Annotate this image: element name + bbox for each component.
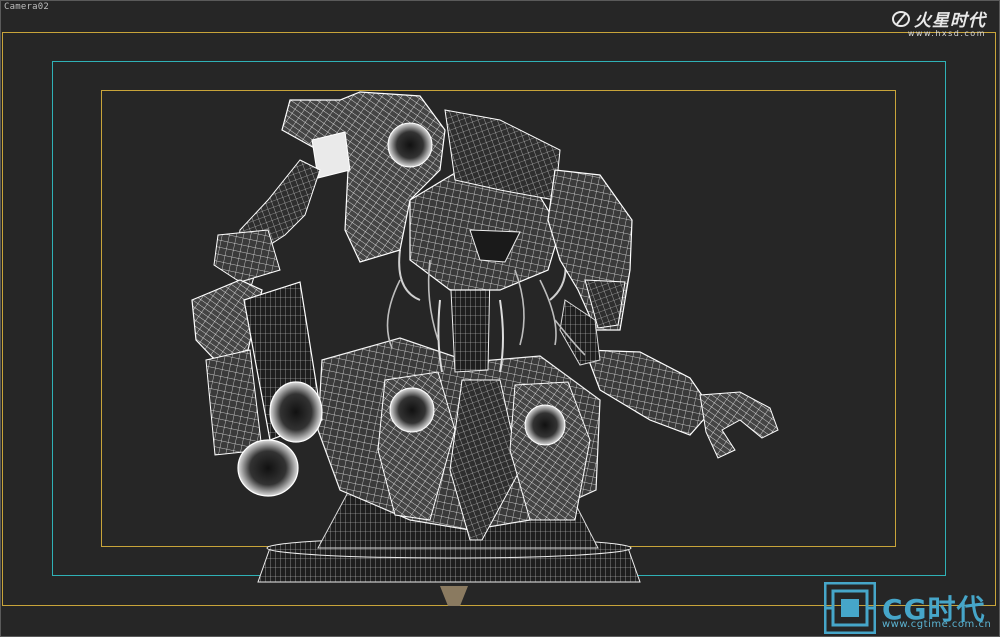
cgtime-watermark: CG时代 www.cgtime.com.cn <box>824 582 996 634</box>
cgtime-logo-icon <box>824 582 876 634</box>
camera-viewport[interactable]: Camera02 火星时代 www.hxsd.com CG时代 www.cgti… <box>0 0 1000 637</box>
hxsd-url: www.hxsd.com <box>907 29 986 38</box>
left-arm-cannon <box>191 159 323 497</box>
robot-wireframe-model[interactable] <box>0 0 1000 637</box>
hxsd-logo-text: 火星时代 <box>914 11 986 31</box>
right-shoulder-pod <box>547 169 633 331</box>
hxsd-watermark: 火星时代 www.hxsd.com <box>891 6 986 38</box>
hxsd-logo-icon <box>892 10 910 27</box>
cgtime-url: www.cgtime.com.cn <box>882 619 992 630</box>
